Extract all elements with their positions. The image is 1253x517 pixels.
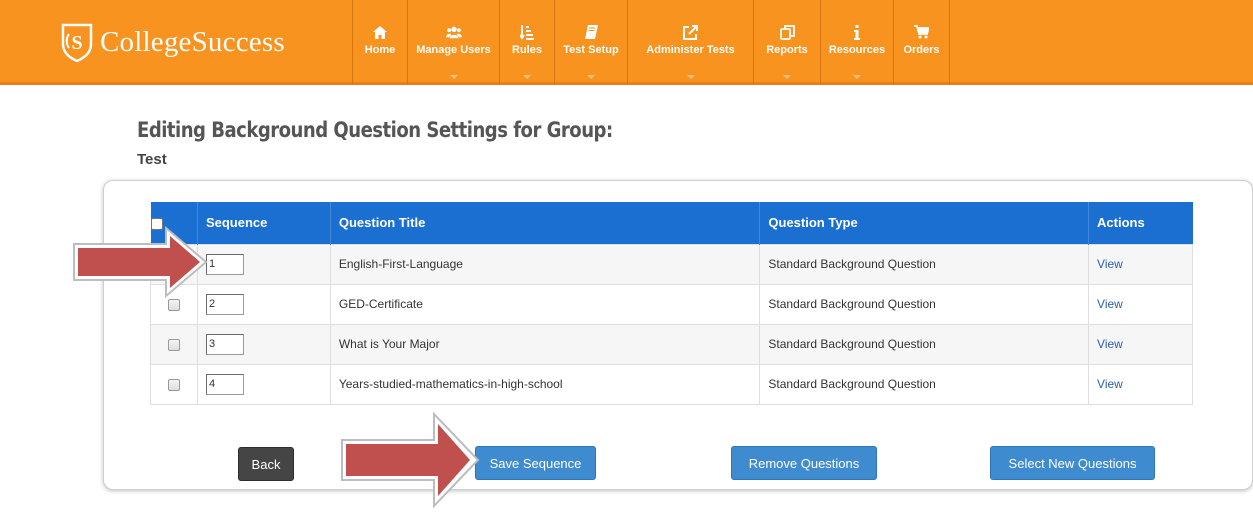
book-icon — [583, 24, 599, 40]
nav-item-resources[interactable]: Resources — [820, 0, 893, 85]
view-link[interactable]: View — [1088, 323, 1193, 365]
chevron-down-icon — [783, 75, 791, 79]
copy-icon — [779, 24, 795, 40]
shield-logo-icon: S — [60, 22, 94, 63]
nav-item-administer-tests[interactable]: Administer Tests — [627, 0, 753, 85]
row-checkbox[interactable] — [167, 378, 180, 391]
sequence-input[interactable] — [205, 333, 244, 355]
view-link[interactable]: View — [1088, 243, 1193, 285]
nav-item-test-setup[interactable]: Test Setup — [554, 0, 627, 85]
nav-item-reports[interactable]: Reports — [753, 0, 820, 85]
home-icon — [372, 24, 388, 40]
sequence-cell — [196, 283, 331, 325]
question-type-cell: Standard Background Question — [759, 283, 1090, 325]
nav-item-rules[interactable]: Rules — [499, 0, 554, 85]
info-icon — [849, 24, 865, 40]
users-icon — [445, 24, 462, 40]
sequence-cell — [196, 363, 331, 405]
row-checkbox[interactable] — [167, 338, 180, 351]
brand-logo[interactable]: S CollegeSuccess — [60, 22, 285, 63]
top-navbar: S CollegeSuccess Home Manage Users Rules — [0, 0, 1253, 85]
sequence-cell — [196, 243, 331, 285]
question-type-cell: Standard Background Question — [759, 243, 1090, 285]
group-name: Test — [137, 151, 167, 168]
question-title-cell: English-First-Language — [329, 243, 761, 285]
view-link[interactable]: View — [1088, 283, 1193, 325]
brand-name: CollegeSuccess — [100, 25, 285, 58]
chevron-down-icon — [853, 75, 861, 79]
column-header-sequence[interactable]: Sequence — [196, 202, 331, 244]
sequence-cell — [196, 323, 331, 365]
nav-item-home[interactable]: Home — [352, 0, 407, 85]
table-header-row: Sequence Question Title Question Type Ac… — [150, 202, 1193, 244]
save-sequence-button[interactable]: Save Sequence — [475, 446, 596, 480]
external-link-icon — [683, 24, 699, 40]
nav-item-manage-users[interactable]: Manage Users — [407, 0, 499, 85]
chevron-down-icon — [449, 75, 458, 79]
chevron-down-icon — [523, 75, 531, 79]
sort-icon — [519, 24, 535, 40]
question-type-cell: Standard Background Question — [759, 363, 1090, 405]
table-row: Years-studied-mathematics-in-high-school… — [150, 363, 1193, 405]
questions-table: Sequence Question Title Question Type Ac… — [150, 202, 1193, 405]
select-new-questions-button[interactable]: Select New Questions — [990, 446, 1155, 480]
column-header-actions: Actions — [1088, 202, 1193, 244]
main-nav: Home Manage Users Rules Test Setup Admin… — [352, 0, 950, 85]
view-link[interactable]: View — [1088, 363, 1193, 405]
column-header-question-title[interactable]: Question Title — [329, 202, 760, 244]
column-header-question-type[interactable]: Question Type — [759, 202, 1089, 244]
chevron-down-icon — [686, 75, 695, 79]
sequence-input[interactable] — [205, 373, 244, 395]
back-button[interactable]: Back — [238, 447, 294, 481]
question-type-cell: Standard Background Question — [759, 323, 1090, 365]
row-select-cell — [150, 363, 198, 405]
annotation-arrow-icon — [341, 411, 480, 509]
svg-text:S: S — [71, 32, 82, 54]
remove-questions-button[interactable]: Remove Questions — [731, 446, 877, 480]
question-title-cell: GED-Certificate — [329, 283, 761, 325]
row-select-cell — [150, 323, 198, 365]
table-row: What is Your Major Standard Background Q… — [150, 323, 1193, 365]
question-title-cell: Years-studied-mathematics-in-high-school — [329, 363, 761, 405]
chevron-down-icon — [587, 75, 595, 79]
question-title-cell: What is Your Major — [329, 323, 761, 365]
table-row: GED-Certificate Standard Background Ques… — [150, 283, 1193, 325]
table-row: English-First-Language Standard Backgrou… — [150, 243, 1193, 285]
annotation-arrow-icon — [73, 225, 208, 299]
nav-item-orders[interactable]: Orders — [893, 0, 950, 85]
cart-icon — [914, 24, 930, 40]
page-title: Editing Background Question Settings for… — [137, 118, 613, 142]
